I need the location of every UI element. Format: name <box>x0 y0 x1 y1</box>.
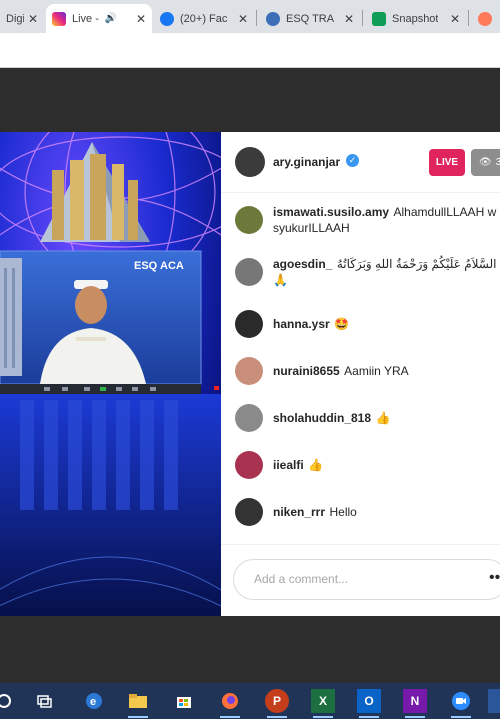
cortana-icon[interactable] <box>0 689 16 713</box>
tab-title: Live - <box>72 12 99 25</box>
commenter-avatar[interactable] <box>235 206 263 234</box>
comment-box: ••• <box>233 559 500 600</box>
zoom-icon[interactable] <box>449 689 473 718</box>
comment-item: ismawati.susilo.amy AlhamdullLLAAH w syu… <box>235 204 500 242</box>
firefox-icon[interactable] <box>218 689 242 718</box>
commenter-avatar[interactable] <box>235 310 263 338</box>
browser-tab-strip: Digi ✕ Live - 🔊 ✕ (20+) Fac ✕ ESQ TRA ✕ … <box>0 0 500 33</box>
close-icon[interactable]: ✕ <box>132 12 146 26</box>
commenter-avatar[interactable] <box>235 451 263 479</box>
outlook-icon[interactable]: O <box>357 689 381 718</box>
close-icon[interactable]: ✕ <box>340 12 354 26</box>
comment-text: 🤩 <box>334 317 350 331</box>
speaker-icon[interactable]: 🔊 <box>105 13 117 24</box>
powerpoint-icon[interactable]: P <box>265 689 289 718</box>
file-explorer-icon[interactable] <box>126 689 150 718</box>
comment-body: niken_rrr Hello <box>273 504 500 520</box>
tab-facebook[interactable]: (20+) Fac ✕ <box>154 4 254 33</box>
viewer-count: 👁 3 <box>471 149 500 176</box>
comment-username[interactable]: iiealfi <box>273 458 304 472</box>
tab-hubspot[interactable] <box>472 4 500 33</box>
comment-username[interactable]: nuraini8655 <box>273 364 340 378</box>
onenote-icon[interactable]: N <box>403 689 427 718</box>
panel-header: ary.ginanjar ✓ LIVE 👁 3 <box>221 132 500 193</box>
tab-title: Digi <box>6 12 24 25</box>
hubspot-icon <box>478 11 492 26</box>
store-icon[interactable] <box>172 689 196 713</box>
video-stage: ESQ ACA <box>0 132 221 616</box>
esq-logo: ESQ <box>134 260 158 272</box>
tab-instagram-live[interactable]: Live - 🔊 ✕ <box>46 4 152 33</box>
commenter-avatar[interactable] <box>235 498 263 526</box>
tab-divider <box>468 10 469 26</box>
comment-item: niken_rrr Hello <box>235 498 500 528</box>
esq-icon <box>266 11 280 26</box>
live-side-panel: ary.ginanjar ✓ LIVE 👁 3 ismawati.susilo.… <box>221 132 500 616</box>
comment-body: nuraini8655 Aamiin YRA <box>273 363 500 379</box>
tab-digi[interactable]: Digi ✕ <box>0 4 44 33</box>
verified-badge-icon: ✓ <box>346 154 359 167</box>
comment-body: hanna.ysr 🤩 <box>273 316 500 332</box>
comment-body: agoesdin_ السَّلاَمُ عَلَيْكُمْ وَرَحْمَ… <box>273 256 500 288</box>
zoom-window: ESQ ACA <box>0 250 219 394</box>
close-icon[interactable]: ✕ <box>234 12 248 26</box>
tab-divider <box>362 10 363 26</box>
task-view-icon[interactable] <box>32 689 56 713</box>
comment-username[interactable]: ismawati.susilo.amy <box>273 205 389 219</box>
tab-snapshot[interactable]: Snapshot ✕ <box>366 4 466 33</box>
viewer-count-value: 3 <box>495 157 500 168</box>
commenter-avatar[interactable] <box>235 258 263 286</box>
comment-text: Hello <box>329 505 357 519</box>
comment-text: Aamiin YRA <box>344 364 409 378</box>
tab-divider <box>256 10 257 26</box>
comment-text: 👍 <box>375 411 391 425</box>
host-avatar[interactable] <box>235 147 265 177</box>
tab-title: (20+) Fac <box>180 12 228 25</box>
close-icon[interactable]: ✕ <box>446 12 460 26</box>
instagram-icon <box>52 11 66 26</box>
tab-esq[interactable]: ESQ TRA ✕ <box>260 4 360 33</box>
svg-text:e: e <box>90 696 96 708</box>
more-options-icon[interactable]: ••• <box>489 569 500 587</box>
host-username[interactable]: ary.ginanjar <box>273 155 340 169</box>
eye-icon: 👁 <box>479 157 492 168</box>
comment-item: agoesdin_ السَّلاَمُ عَلَيْكُمْ وَرَحْمَ… <box>235 256 500 294</box>
comment-text: 👍 <box>308 458 324 472</box>
live-video[interactable]: ESQ ACA <box>0 132 221 616</box>
comment-username[interactable]: agoesdin_ <box>273 257 332 271</box>
comment-item: nuraini8655 Aamiin YRA <box>235 357 500 387</box>
tab-title: ESQ TRA <box>286 12 335 25</box>
comment-item: hanna.ysr 🤩 <box>235 310 500 340</box>
comment-body: ismawati.susilo.amy AlhamdullLLAAH w syu… <box>273 204 500 236</box>
excel-icon[interactable]: X <box>311 689 335 718</box>
comments-divider <box>221 544 500 545</box>
comment-body: iiealfi 👍 <box>273 457 500 473</box>
aca-logo: ACA <box>160 260 184 272</box>
live-badge: LIVE <box>429 149 465 176</box>
close-icon[interactable]: ✕ <box>24 12 38 26</box>
address-bar[interactable] <box>0 33 500 68</box>
comment-username[interactable]: sholahuddin_818 <box>273 411 371 425</box>
commenter-avatar[interactable] <box>235 357 263 385</box>
taskbar: e P X O N <box>0 683 500 719</box>
facebook-icon <box>160 11 174 26</box>
comment-item: iiealfi 👍 <box>235 451 500 481</box>
comment-username[interactable]: hanna.ysr <box>273 317 330 331</box>
comment-input[interactable] <box>252 571 456 587</box>
commenter-avatar[interactable] <box>235 404 263 432</box>
edge-icon[interactable]: e <box>82 689 106 713</box>
word-icon[interactable] <box>488 689 500 713</box>
comment-item: sholahuddin_818 👍 <box>235 404 500 434</box>
comment-body: sholahuddin_818 👍 <box>273 410 500 426</box>
tab-title: Snapshot <box>392 12 439 25</box>
comment-username[interactable]: niken_rrr <box>273 505 325 519</box>
sheets-icon <box>372 11 386 26</box>
